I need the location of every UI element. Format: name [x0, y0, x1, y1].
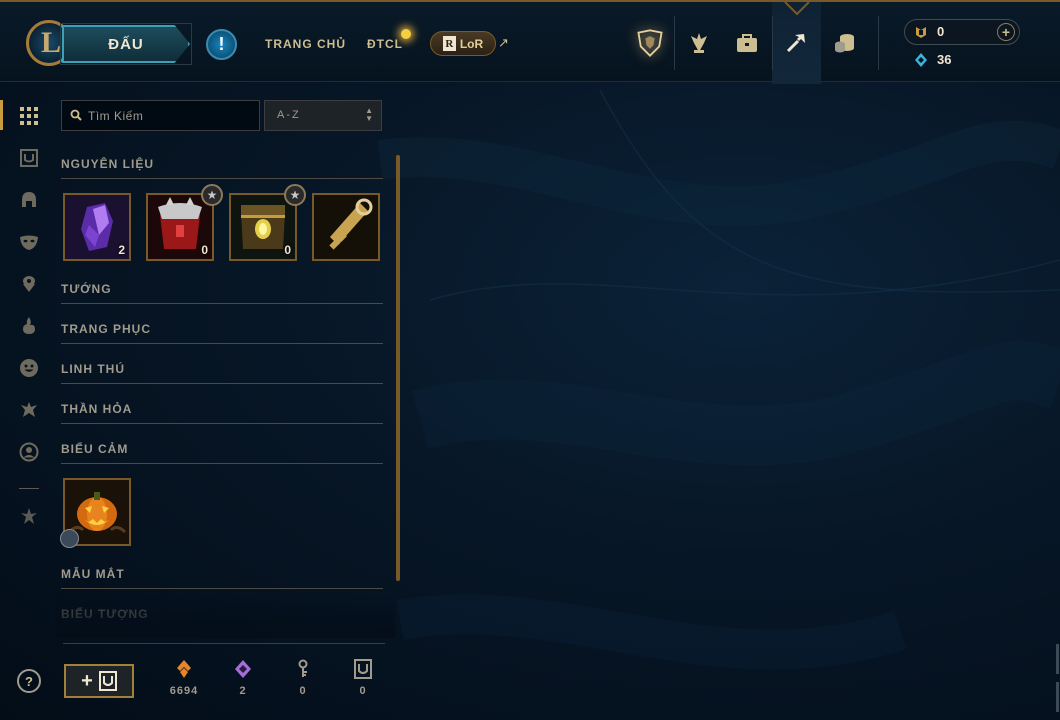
chests-value: 0: [359, 685, 367, 697]
key-fragment-icon: [298, 659, 308, 677]
chest-icon: [98, 671, 117, 691]
stat-orange-essence: 6694: [164, 659, 204, 697]
add-chest-plus-icon: +: [81, 669, 93, 692]
nav-tft-link[interactable]: ĐTCL: [367, 37, 403, 51]
sort-dropdown[interactable]: A-Z ▲ ▼: [264, 100, 382, 131]
list-scrollbar[interactable]: [396, 155, 400, 581]
item-count: 0: [201, 243, 208, 257]
section-header-icons[interactable]: BIỂU TƯỢNG: [61, 607, 383, 629]
alert-icon[interactable]: !: [206, 29, 237, 60]
loot-item-crystal-shard[interactable]: 2: [63, 193, 131, 261]
section-header-ward-skins[interactable]: THẦN HỎA: [61, 402, 383, 424]
active-tab-chevron-icon: [784, 2, 810, 16]
emote-face-icon[interactable]: [17, 356, 41, 380]
grid-icon[interactable]: [17, 104, 41, 128]
ward-icon[interactable]: [17, 272, 41, 296]
top-navigation-bar: L ĐẤU ! TRANG CHỦ ĐTCL R LoR ↗ 0 + 36: [0, 0, 1060, 84]
top-separator: [878, 16, 879, 70]
sort-arrows-icon: ▲ ▼: [365, 106, 373, 123]
search-icon: [70, 109, 82, 121]
footer-divider: [63, 643, 385, 644]
collection-bag-icon[interactable]: [723, 18, 771, 68]
riot-points-icon: [916, 27, 926, 38]
rail-divider: [19, 488, 39, 489]
stat-mythic-essence: 2: [223, 659, 263, 697]
play-button-label: ĐẤU: [108, 35, 144, 53]
lor-label: LoR: [459, 36, 484, 51]
help-button[interactable]: ?: [17, 669, 41, 693]
mastery-star-icon: ★: [201, 184, 223, 206]
lor-button[interactable]: R LoR: [430, 31, 496, 56]
add-chest-button[interactable]: +: [64, 664, 134, 698]
mythic-essence-icon: [235, 660, 251, 678]
key-fragment-value: 0: [299, 685, 307, 697]
eternals-icon[interactable]: [17, 504, 41, 528]
search-input[interactable]: [88, 106, 253, 126]
summoner-icon-icon[interactable]: [17, 398, 41, 422]
loot-item-hextech-key[interactable]: [312, 193, 380, 261]
profile-icon[interactable]: [17, 440, 41, 464]
skin-mask-icon[interactable]: [17, 230, 41, 254]
search-box: [61, 100, 260, 131]
external-link-icon[interactable]: ↗: [498, 35, 509, 51]
blue-essence-value: 36: [937, 52, 952, 67]
sort-value: A-Z: [277, 109, 301, 121]
mastery-star-icon: ★: [284, 184, 306, 206]
stat-key-fragment: 0: [283, 659, 323, 697]
section-header-emotes[interactable]: BIỂU CẢM: [61, 442, 383, 464]
orange-essence-icon: [177, 660, 191, 678]
chest-icon[interactable]: [17, 146, 41, 170]
mythic-essence-value: 2: [239, 685, 247, 697]
orange-essence-value: 6694: [169, 685, 199, 697]
notification-dot: [401, 29, 411, 39]
riot-points-value: 0: [937, 24, 945, 39]
blue-essence-icon: [915, 53, 927, 67]
chest-count-icon: [354, 659, 372, 679]
edge-scroll-ticks: [1056, 644, 1059, 712]
play-button[interactable]: ĐẤU: [62, 25, 190, 63]
item-count: 0: [284, 243, 291, 257]
store-coins-icon[interactable]: [821, 18, 869, 68]
buy-rp-button[interactable]: +: [997, 23, 1015, 41]
ward-skin-icon[interactable]: [17, 314, 41, 338]
section-header-pets[interactable]: LINH THÚ: [61, 362, 383, 384]
rail-active-indicator: [0, 100, 3, 130]
section-header-champions[interactable]: TƯỚNG: [61, 282, 383, 304]
emote-rarity-badge-icon: [60, 529, 79, 548]
section-header-skins[interactable]: TRANG PHỤC: [61, 322, 383, 344]
item-count: 2: [118, 243, 125, 257]
champion-helmet-icon[interactable]: [17, 188, 41, 212]
ranked-icon[interactable]: [675, 18, 723, 68]
honors-crest-icon[interactable]: [626, 18, 674, 68]
nav-home-link[interactable]: TRANG CHỦ: [265, 37, 346, 51]
loot-crafting-icon[interactable]: [772, 18, 820, 68]
section-header-materials[interactable]: NGUYÊN LIỆU: [61, 157, 383, 179]
hextech-key-icon: [314, 195, 378, 259]
stat-chests: 0: [343, 659, 383, 697]
lor-badge-icon: R: [442, 36, 456, 51]
section-header-chromas[interactable]: MẪU MẮT: [61, 567, 383, 589]
